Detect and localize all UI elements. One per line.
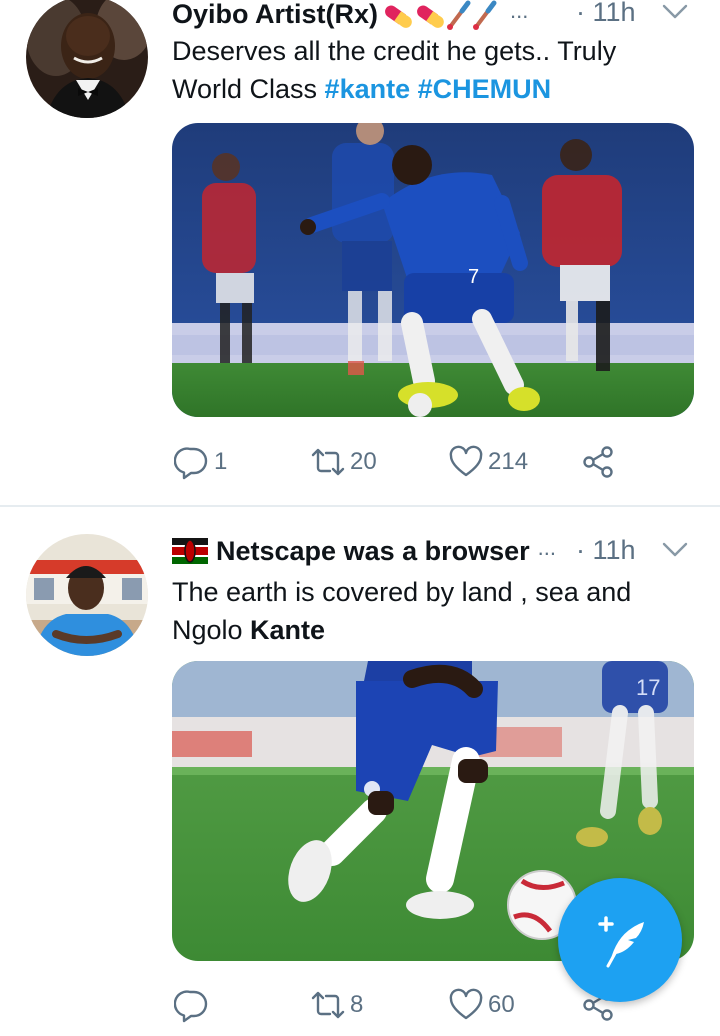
tweet-text-body: The earth is covered by land , sea and N… [172,577,632,645]
like-count: 60 [488,991,515,1018]
retweet-icon [311,991,345,1019]
tweet-timestamp[interactable]: · 11h [576,0,636,28]
avatar[interactable] [26,534,148,656]
retweet-button[interactable]: 20 [310,440,377,484]
reply-count: 1 [214,448,228,475]
tweet-actions: 1 20 214 [172,440,692,484]
svg-text:7: 7 [468,266,479,288]
hashtag-link[interactable]: #kante [325,74,411,104]
compose-feather-icon [598,916,644,968]
display-name[interactable]: Oyibo Artist(Rx) [172,0,378,30]
tweet-header[interactable]: Oyibo Artist(Rx) ... [172,0,528,32]
pill-paintbrush-emojis [385,0,497,30]
retweet-count: 20 [350,448,377,475]
chevron-down-icon[interactable] [662,3,688,21]
chevron-down-icon[interactable] [662,541,688,559]
name-truncation-ellipsis: ... [537,535,556,560]
like-button[interactable]: 214 [448,440,528,484]
hashtag-link[interactable]: #CHEMUN [418,74,552,104]
kenya-flag-icon [172,538,208,564]
compose-tweet-button[interactable] [558,878,682,1002]
tweet-1[interactable]: Oyibo Artist(Rx) ... · 11h Deserves all … [0,0,720,506]
retweet-icon [311,448,345,476]
retweet-button[interactable]: 8 [310,983,363,1027]
reply-button[interactable] [174,983,214,1027]
like-button[interactable]: 60 [448,983,515,1027]
heart-icon [449,988,483,1020]
tweet-text: The earth is covered by land , sea and N… [172,573,692,649]
highlighted-keyword: Kante [250,615,326,645]
reply-button[interactable]: 1 [174,440,227,484]
share-button[interactable] [580,440,616,484]
tweet-media-photo[interactable]: 7 [172,123,694,417]
reply-icon [174,447,208,480]
share-icon [583,446,613,478]
tweet-text: Deserves all the credit he gets.. Truly … [172,32,692,108]
svg-text:17: 17 [636,675,660,700]
name-truncation-ellipsis: ... [510,0,529,23]
display-name[interactable]: Netscape was a browser [216,536,530,567]
tweet-timestamp[interactable]: · 11h [576,535,636,566]
reply-icon [174,990,208,1023]
like-count: 214 [488,448,529,475]
heart-icon [449,445,483,477]
avatar[interactable] [26,0,148,118]
retweet-count: 8 [350,991,364,1018]
tweet-header[interactable]: Netscape was a browser ... [172,533,556,569]
